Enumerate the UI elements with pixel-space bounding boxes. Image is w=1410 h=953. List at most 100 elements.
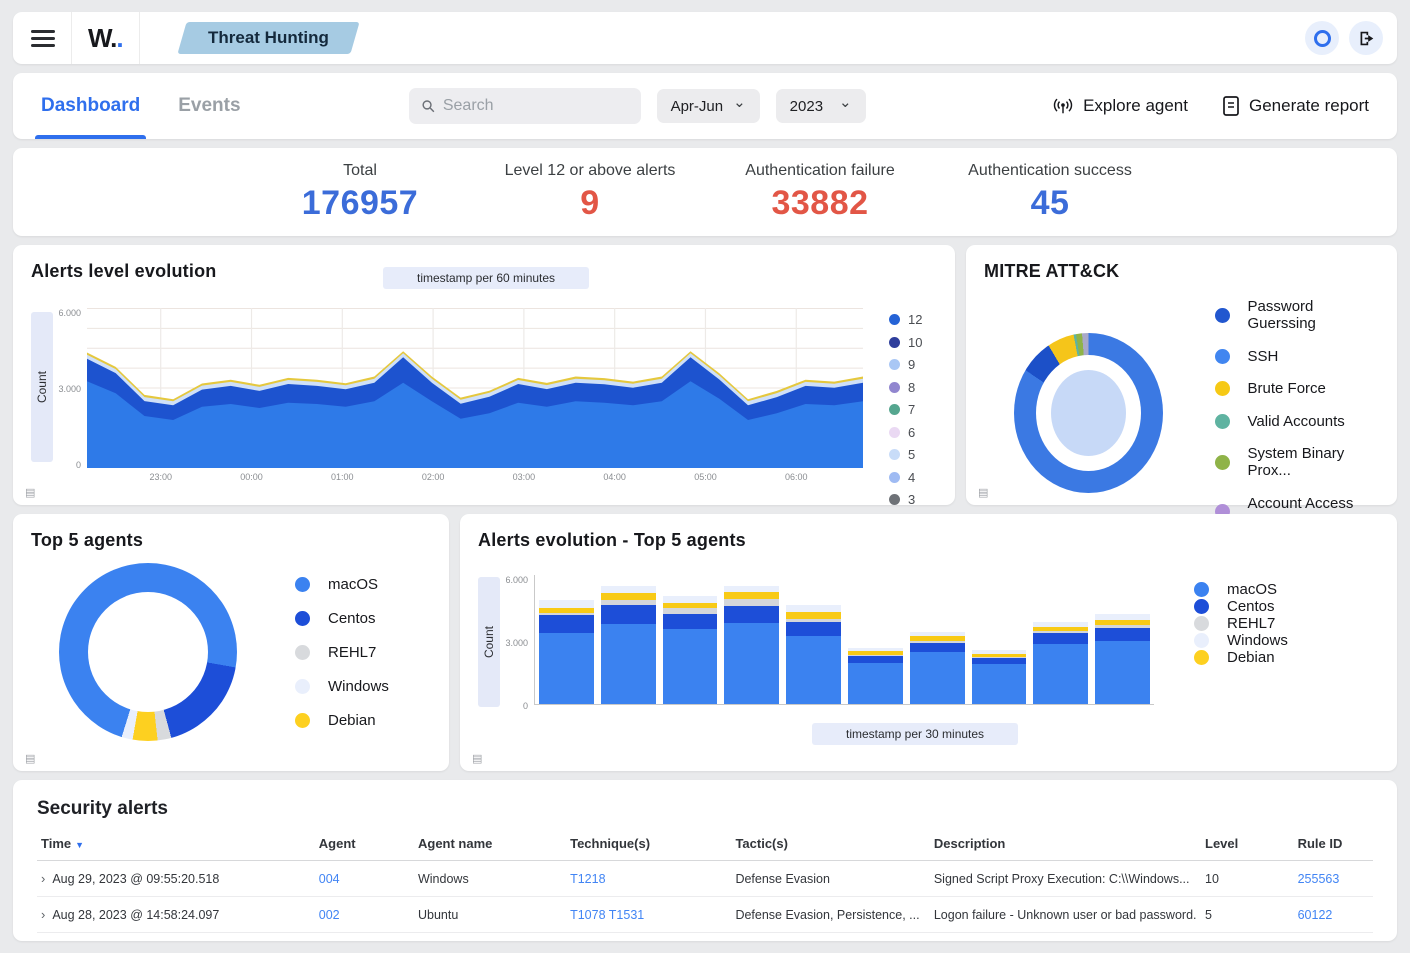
legend-item[interactable]: 3	[889, 492, 937, 507]
search-icon	[421, 98, 435, 114]
search-box[interactable]	[409, 88, 641, 124]
legend-label: Debian	[1227, 649, 1275, 666]
bar[interactable]	[972, 650, 1027, 704]
legend-item[interactable]: macOS	[1194, 581, 1304, 598]
chart-legend[interactable]: macOS Centos REHL7 Windows Debian	[1154, 581, 1304, 666]
bar[interactable]	[724, 586, 779, 704]
panel-legend-icon[interactable]: ▤	[25, 486, 35, 499]
logout-button[interactable]	[1349, 21, 1383, 55]
bar[interactable]	[1033, 622, 1088, 704]
page-tab-threat-hunting[interactable]: Threat Hunting	[177, 22, 359, 54]
bar-segment-Centos	[724, 606, 779, 623]
explore-agent-button[interactable]: Explore agent	[1052, 96, 1188, 116]
legend-item[interactable]: 10	[889, 335, 937, 350]
tab-events[interactable]: Events	[178, 73, 240, 139]
legend-item[interactable]: macOS	[295, 576, 389, 593]
legend-label: SSH	[1248, 348, 1279, 365]
chart-legend[interactable]: 12 10 9 8 7 6 5 4 3	[863, 312, 937, 507]
legend-item[interactable]: 6	[889, 425, 937, 440]
legend-item[interactable]: Centos	[295, 610, 389, 627]
column-header[interactable]: Level	[1201, 830, 1294, 861]
bar[interactable]	[786, 605, 841, 704]
legend-item[interactable]: 4	[889, 470, 937, 485]
legend-label: REHL7	[1227, 615, 1275, 632]
panel-legend-icon[interactable]: ▤	[978, 486, 988, 499]
legend-item[interactable]: 5	[889, 447, 937, 462]
mitre-donut-chart[interactable]	[1014, 333, 1163, 493]
period-select[interactable]: Apr-Jun⌄	[657, 89, 760, 123]
ring-icon	[1314, 30, 1331, 47]
legend-item[interactable]: Brute Force	[1215, 380, 1379, 397]
bar-segment-Debian	[786, 612, 841, 619]
legend-item[interactable]: Centos	[1194, 598, 1304, 615]
agent-link[interactable]: 002	[319, 908, 340, 922]
legend-item[interactable]: Windows	[295, 678, 389, 695]
agent-link[interactable]: 004	[319, 872, 340, 886]
legend-swatch	[889, 494, 900, 505]
row-expand-icon[interactable]: ›	[41, 907, 45, 922]
app-logo[interactable]: W..	[88, 23, 123, 54]
legend-item[interactable]: 9	[889, 357, 937, 372]
stat-label: Authentication success	[935, 162, 1165, 180]
legend-swatch	[889, 337, 900, 348]
legend-item[interactable]: Valid Accounts	[1215, 413, 1379, 430]
legend-item[interactable]: REHL7	[1194, 615, 1304, 632]
page: W.. Threat Hunting Dashboard Events Apr-…	[0, 0, 1410, 953]
chart-legend[interactable]: Password Guerssing SSH Brute Force Valid…	[1215, 298, 1379, 529]
technique-link[interactable]: T1531	[609, 908, 644, 922]
legend-item[interactable]: SSH	[1215, 348, 1379, 365]
legend-item[interactable]: 12	[889, 312, 937, 327]
stat-value: 45	[935, 184, 1165, 223]
year-select[interactable]: 2023⌄	[776, 89, 866, 123]
legend-item[interactable]: 8	[889, 380, 937, 395]
rule-id-link[interactable]: 60122	[1298, 908, 1333, 922]
column-header[interactable]: Agent name	[414, 830, 566, 861]
legend-swatch	[295, 645, 310, 660]
y-axis-ticks: 6.0003.0000	[500, 575, 534, 711]
column-header[interactable]: Tactic(s)	[731, 830, 929, 861]
y-axis-ticks: 6.0003.0000	[53, 308, 87, 470]
legend-item[interactable]: Debian	[1194, 649, 1304, 666]
panel-legend-icon[interactable]: ▤	[472, 752, 482, 765]
technique-link[interactable]: T1078	[570, 908, 605, 922]
bar[interactable]	[910, 632, 965, 704]
column-header[interactable]: Description	[930, 830, 1201, 861]
rule-id-link[interactable]: 255563	[1298, 872, 1340, 886]
column-header[interactable]: Time▼	[37, 830, 315, 861]
bar[interactable]	[601, 586, 656, 704]
top5-donut-chart[interactable]	[59, 563, 237, 741]
chevron-down-icon: ⌄	[839, 99, 852, 107]
legend-swatch	[1215, 308, 1230, 323]
legend-label: Centos	[1227, 598, 1275, 615]
area-chart[interactable]	[87, 308, 863, 468]
legend-swatch	[889, 472, 900, 483]
bar[interactable]	[539, 600, 594, 704]
bar[interactable]	[663, 596, 718, 704]
column-header[interactable]: Technique(s)	[566, 830, 731, 861]
column-header[interactable]: Agent	[315, 830, 414, 861]
panel-legend-icon[interactable]: ▤	[25, 752, 35, 765]
legend-item[interactable]: Windows	[1194, 632, 1304, 649]
column-header[interactable]: Rule ID	[1294, 830, 1373, 861]
sort-desc-icon[interactable]: ▼	[75, 840, 84, 850]
search-input[interactable]	[443, 97, 629, 115]
cell-description: Signed Script Proxy Execution: C:\\Windo…	[930, 861, 1201, 897]
status-ring-button[interactable]	[1305, 21, 1339, 55]
chart-legend[interactable]: macOS Centos REHL7 Windows Debian	[295, 576, 389, 729]
generate-report-button[interactable]: Generate report	[1222, 96, 1369, 116]
menu-icon[interactable]	[31, 30, 55, 47]
tab-dashboard[interactable]: Dashboard	[41, 73, 140, 139]
technique-link[interactable]: T1218	[570, 872, 605, 886]
table-row[interactable]: ›Aug 28, 2023 @ 14:58:24.097 002 Ubuntu …	[37, 897, 1373, 933]
bar[interactable]	[848, 648, 903, 704]
row-expand-icon[interactable]: ›	[41, 871, 45, 886]
legend-item[interactable]: Debian	[295, 712, 389, 729]
legend-item[interactable]: REHL7	[295, 644, 389, 661]
legend-item[interactable]: 7	[889, 402, 937, 417]
legend-item[interactable]: System Binary Prox...	[1215, 445, 1379, 479]
table-row[interactable]: ›Aug 29, 2023 @ 09:55:20.518 004 Windows…	[37, 861, 1373, 897]
y-axis-label: Count	[31, 312, 53, 462]
bar[interactable]	[1095, 614, 1150, 704]
bar-segment-macOS	[848, 663, 903, 704]
legend-item[interactable]: Password Guerssing	[1215, 298, 1379, 332]
